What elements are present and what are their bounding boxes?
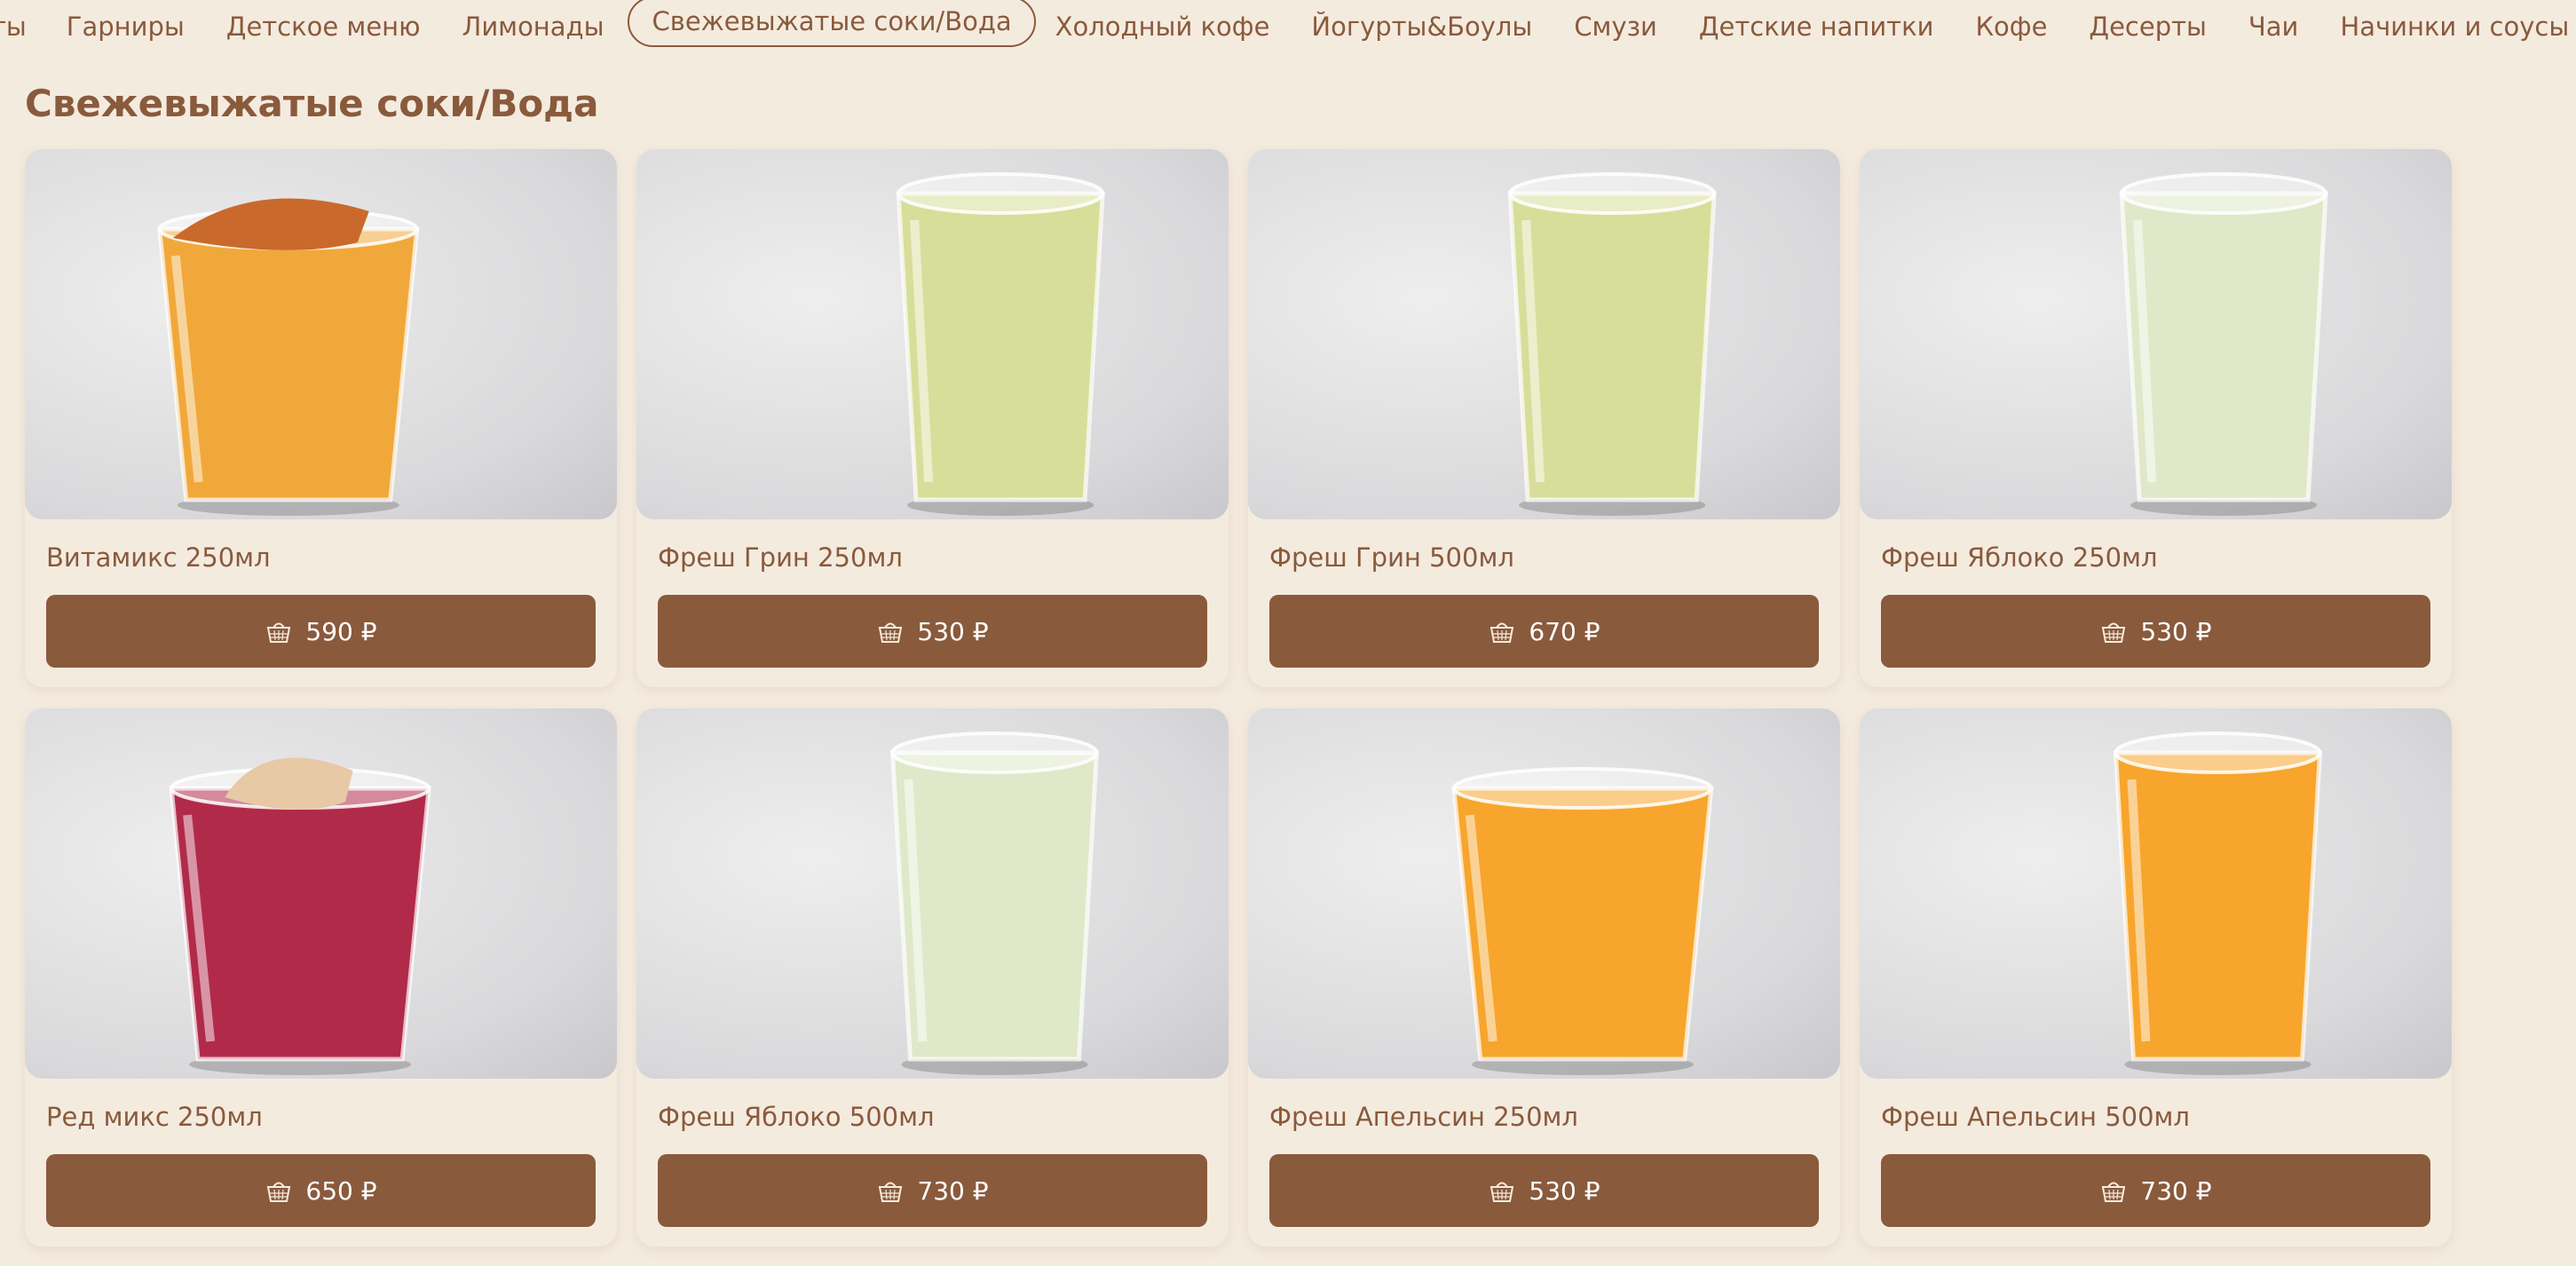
product-name: Фреш Яблоко 250мл: [1881, 542, 2158, 573]
product-card[interactable]: Фреш Апельсин 500мл 730 ₽: [1860, 708, 2452, 1246]
price-label: 730 ₽: [2140, 1175, 2212, 1206]
drink-glass-image: [1507, 172, 1717, 516]
product-image[interactable]: [1248, 708, 1840, 1079]
product-card[interactable]: Фреш Грин 500мл 670 ₽: [1248, 149, 1840, 687]
add-to-cart-button[interactable]: 730 ₽: [658, 1154, 1207, 1227]
add-to-cart-button[interactable]: 530 ₽: [1269, 1154, 1819, 1227]
drink-glass-image: [157, 198, 420, 516]
product-name: Фреш Грин 500мл: [1269, 542, 1514, 573]
category-nav: ты Гарниры Детское меню Лимонады Свежевы…: [0, 0, 2576, 53]
nav-item[interactable]: Чаи: [2248, 13, 2299, 40]
price-label: 530 ₽: [1529, 1175, 1600, 1206]
product-card[interactable]: Витамикс 250мл 590 ₽: [25, 149, 617, 687]
price-label: 590 ₽: [305, 616, 377, 646]
nav-item[interactable]: Гарниры: [67, 13, 185, 40]
drink-glass-image: [1451, 767, 1714, 1075]
product-card[interactable]: Фреш Яблоко 500мл 730 ₽: [636, 708, 1229, 1246]
section-title: Свежевыжатые соки/Вода: [25, 82, 599, 125]
price-label: 670 ₽: [1529, 616, 1600, 646]
page: ты Гарниры Детское меню Лимонады Свежевы…: [0, 0, 2576, 1266]
nav-item[interactable]: Лимонады: [462, 13, 604, 40]
basket-icon: [267, 622, 291, 643]
product-name: Фреш Яблоко 500мл: [658, 1102, 935, 1132]
product-image[interactable]: [636, 708, 1229, 1079]
product-card[interactable]: Фреш Апельсин 250мл 530 ₽: [1248, 708, 1840, 1246]
product-name: Ред микс 250мл: [46, 1102, 263, 1132]
product-name: Витамикс 250мл: [46, 542, 271, 573]
drink-glass-image: [889, 732, 1100, 1075]
add-to-cart-button[interactable]: 650 ₽: [46, 1154, 596, 1227]
product-image[interactable]: [636, 149, 1229, 519]
basket-icon: [267, 1182, 291, 1202]
price-label: 730 ₽: [917, 1175, 989, 1206]
basket-icon: [2102, 622, 2126, 643]
basket-icon: [2102, 1182, 2126, 1202]
drink-glass-image: [169, 757, 431, 1075]
add-to-cart-button[interactable]: 530 ₽: [1881, 595, 2430, 668]
add-to-cart-button[interactable]: 670 ₽: [1269, 595, 1819, 668]
add-to-cart-button[interactable]: 590 ₽: [46, 595, 596, 668]
product-name: Фреш Грин 250мл: [658, 542, 903, 573]
add-to-cart-button[interactable]: 730 ₽: [1881, 1154, 2430, 1227]
price-label: 530 ₽: [2140, 616, 2212, 646]
nav-item[interactable]: Холодный кофе: [1055, 13, 1270, 40]
nav-item[interactable]: Десерты: [2089, 13, 2206, 40]
product-image[interactable]: [1248, 149, 1840, 519]
product-card[interactable]: Фреш Яблоко 250мл 530 ₽: [1860, 149, 2452, 687]
basket-icon: [1490, 622, 1514, 643]
product-card[interactable]: Ред микс 250мл 650 ₽: [25, 708, 617, 1246]
nav-item[interactable]: Детское меню: [226, 13, 421, 40]
product-image[interactable]: [25, 149, 617, 519]
nav-item[interactable]: Йогурты&Боулы: [1311, 13, 1532, 40]
drink-glass-image: [896, 172, 1105, 516]
add-to-cart-button[interactable]: 530 ₽: [658, 595, 1207, 668]
nav-item[interactable]: Кофе: [1975, 13, 2047, 40]
nav-item[interactable]: Начинки и соусы: [2340, 13, 2569, 40]
basket-icon: [879, 622, 903, 643]
product-grid: Витамикс 250мл 590 ₽ Фреш Грин 250мл 530 ₽ Ф…: [25, 149, 2452, 1246]
drink-glass-image: [2113, 732, 2323, 1075]
product-name: Фреш Апельсин 250мл: [1269, 1102, 1578, 1132]
product-name: Фреш Апельсин 500мл: [1881, 1102, 2190, 1132]
nav-item[interactable]: ты: [0, 13, 27, 40]
drink-glass-image: [2119, 172, 2328, 516]
product-image[interactable]: [1860, 708, 2452, 1079]
nav-item[interactable]: Детские напитки: [1699, 13, 1934, 40]
basket-icon: [1490, 1182, 1514, 1202]
nav-item[interactable]: Смузи: [1574, 13, 1657, 40]
price-label: 650 ₽: [305, 1175, 377, 1206]
basket-icon: [879, 1182, 903, 1202]
product-card[interactable]: Фреш Грин 250мл 530 ₽: [636, 149, 1229, 687]
price-label: 530 ₽: [917, 616, 989, 646]
nav-item-active[interactable]: Свежевыжатые соки/Вода: [628, 0, 1036, 47]
product-image[interactable]: [1860, 149, 2452, 519]
product-image[interactable]: [25, 708, 617, 1079]
